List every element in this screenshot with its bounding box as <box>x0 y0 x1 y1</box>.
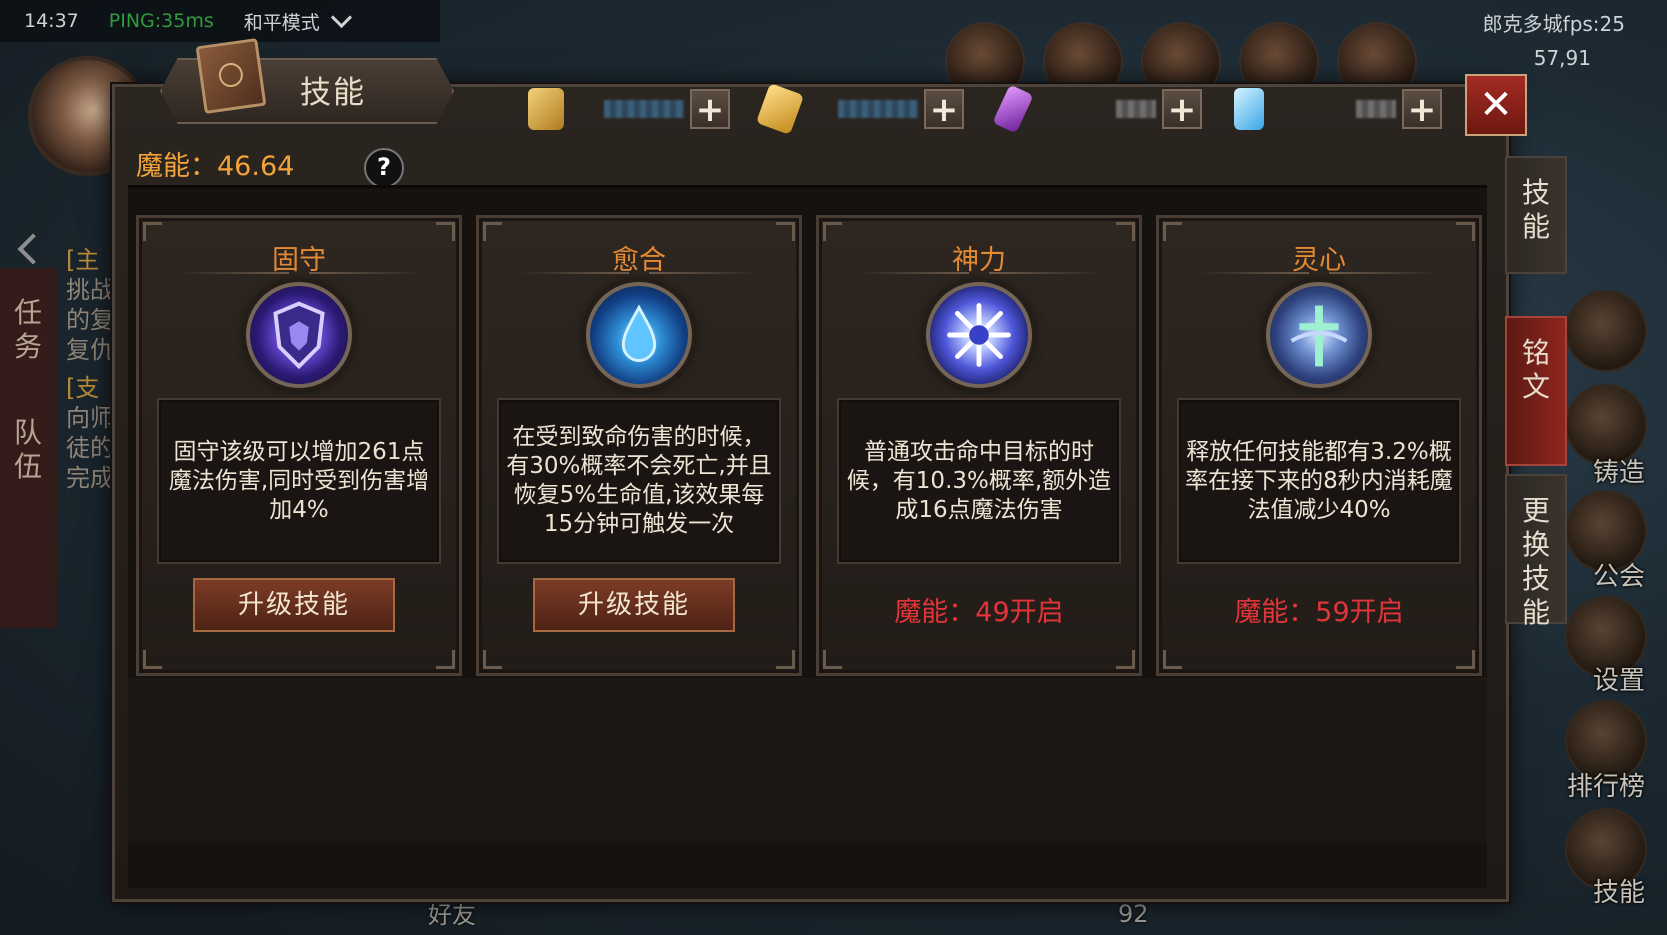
clock: 14:37 <box>24 10 79 32</box>
gold-feather-icon <box>755 83 805 135</box>
water-drop-skill-icon[interactable] <box>586 282 692 388</box>
resource-value-blurred <box>604 100 684 118</box>
cross-skill-icon[interactable] <box>1266 282 1372 388</box>
chevron-down-icon <box>330 6 352 28</box>
skill-description: 在受到致命伤害的时候，有30%概率不会死亡,并且恢复5%生命值,该效果每15分钟… <box>506 424 772 537</box>
skill-label: 技能 <box>1592 878 1645 908</box>
skill-name: 灵心 <box>1159 238 1479 277</box>
resource-feather: + <box>755 83 964 135</box>
skill-description: 普通攻击命中目标的时候，有10.3%概率,额外造成16点魔法伤害 <box>846 438 1112 523</box>
unlock-requirement: 魔能：59开启 <box>1234 597 1404 628</box>
burst-skill-icon[interactable] <box>926 282 1032 388</box>
ping-indicator: PING:35ms <box>108 10 214 32</box>
skill-description-box: 固守该级可以增加261点魔法伤害,同时受到伤害增加4% <box>157 398 441 564</box>
skill-card-heal: 愈合 在受到致命伤害的时候，有30%概率不会死亡,并且恢复5%生命值,该效果每1… <box>476 215 802 676</box>
resource-value-blurred <box>838 100 918 118</box>
resource-value-blurred <box>1356 100 1396 118</box>
skill-name: 愈合 <box>479 238 799 277</box>
close-button[interactable]: ✕ <box>1465 74 1527 136</box>
quest-line: 向师 <box>66 404 114 432</box>
quest-line: 挑战 <box>66 276 114 304</box>
upgrade-skill-button[interactable]: 升级技能 <box>533 578 735 632</box>
status-bar: 14:37 PING:35ms 和平模式 <box>0 0 440 42</box>
mana-value: 魔能：46.64 <box>136 151 295 182</box>
gold-bar-icon <box>528 88 564 130</box>
skill-description: 释放任何技能都有3.2%概率在接下来的8秒内消耗魔法值减少40% <box>1185 438 1453 523</box>
add-gold-button[interactable]: + <box>690 89 730 129</box>
skill-card-guard: 固守 固守该级可以增加261点魔法伤害,同时受到伤害增加4% 升级技能 <box>136 215 462 676</box>
empty-area <box>128 678 1487 843</box>
quest-tracker[interactable]: [主 挑战 的复 复仇 [支 向师 徒的 完成 <box>66 245 116 493</box>
skill-description-box: 普通攻击命中目标的时候，有10.3%概率,额外造成16点魔法伤害 <box>837 398 1121 564</box>
settings-label: 设置 <box>1592 666 1645 696</box>
left-side-tabs: 任务 队伍 <box>0 268 58 628</box>
unlock-requirement: 魔能：49开启 <box>894 597 1064 628</box>
resource-value-blurred <box>1116 100 1156 118</box>
quest-line: 完成 <box>66 464 114 492</box>
shield-skill-icon[interactable] <box>246 282 352 388</box>
skill-card-power: 神力 普通攻击命中目标的时候，有10.3%概率,额外造成16点魔法伤害 魔能：4… <box>816 215 1142 676</box>
collapse-arrow-icon[interactable] <box>17 233 49 265</box>
upgrade-skill-button[interactable]: 升级技能 <box>193 578 395 632</box>
skill-description-box: 释放任何技能都有3.2%概率在接下来的8秒内消耗魔法值减少40% <box>1177 398 1461 564</box>
quest-tag: [主 <box>66 246 100 274</box>
skill-card-spirit: 灵心 释放任何技能都有3.2%概率在接下来的8秒内消耗魔法值减少40% 魔能：5… <box>1156 215 1482 676</box>
bottom-number: 92 <box>1118 900 1149 928</box>
minimap-toggle-icon[interactable] <box>1565 290 1647 372</box>
tab-change-skill[interactable]: 更换技能 <box>1505 474 1567 629</box>
quest-tag: [支 <box>66 374 100 402</box>
skill-description-box: 在受到致命伤害的时候，有30%概率不会死亡,并且恢复5%生命值,该效果每15分钟… <box>497 398 781 564</box>
resource-purple-crystal: + <box>992 84 1202 134</box>
mode-selector[interactable]: 和平模式 <box>243 6 352 35</box>
right-menu: 铸造 公会 设置 排行榜 技能 <box>1487 0 1667 935</box>
add-feather-button[interactable]: + <box>924 89 964 129</box>
tab-inscriptions[interactable]: 铭文 <box>1505 316 1567 466</box>
resource-blue-crystal: + <box>1234 88 1442 130</box>
panel-title: 技能 <box>300 75 366 111</box>
skill-description: 固守该级可以增加261点魔法伤害,同时受到伤害增加4% <box>168 438 430 523</box>
resource-gold: + <box>528 88 730 130</box>
skill-name: 神力 <box>819 238 1139 277</box>
tab-quest[interactable]: 任务 <box>10 296 46 364</box>
tab-team[interactable]: 队伍 <box>10 416 46 484</box>
add-blue-crystal-button[interactable]: + <box>1402 89 1442 129</box>
guild-label: 公会 <box>1592 562 1645 592</box>
spellbook-icon <box>195 38 267 114</box>
quest-line: 复仇 <box>66 336 114 364</box>
blue-crystal-icon <box>1234 88 1264 130</box>
mode-label: 和平模式 <box>243 11 320 34</box>
help-button[interactable]: ? <box>364 148 404 188</box>
quest-line: 的复 <box>66 306 114 334</box>
quest-line: 徒的 <box>66 434 114 462</box>
tab-skills[interactable]: 技能 <box>1505 156 1567 274</box>
ranking-label: 排行榜 <box>1566 772 1645 802</box>
skill-name: 固守 <box>139 238 459 277</box>
forge-label: 铸造 <box>1592 458 1645 488</box>
add-purple-crystal-button[interactable]: + <box>1162 89 1202 129</box>
